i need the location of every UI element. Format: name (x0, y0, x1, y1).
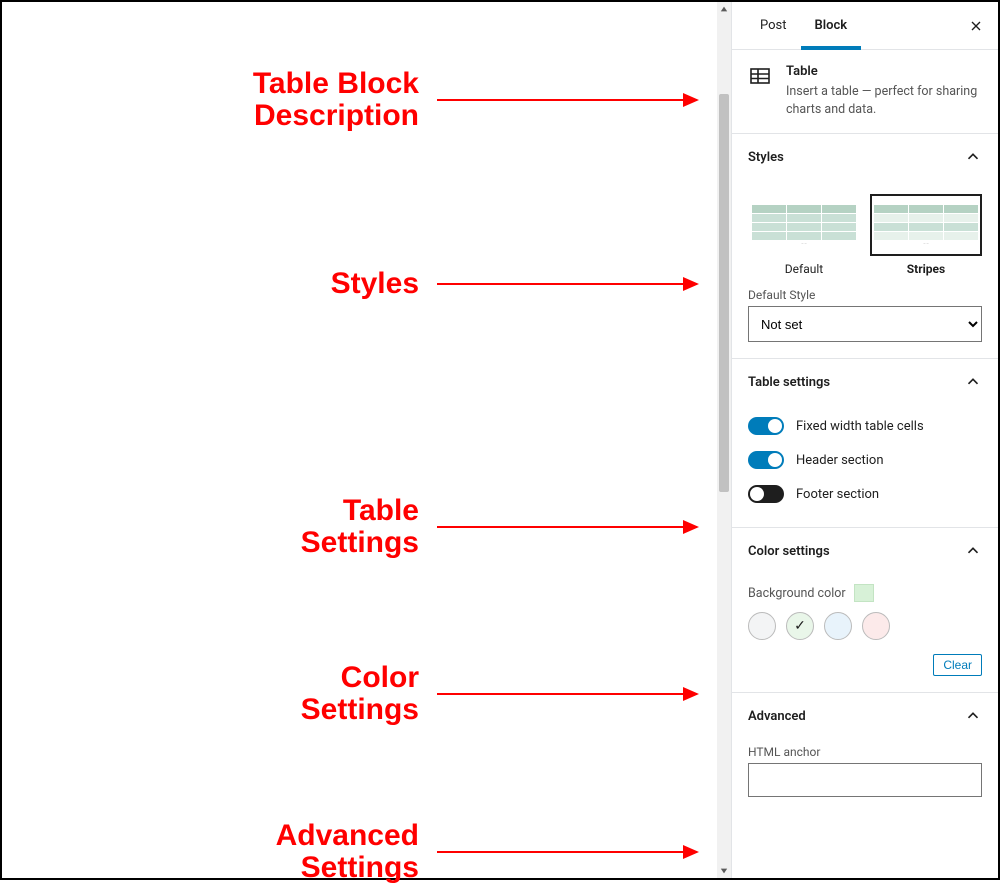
html-anchor-input[interactable] (748, 763, 982, 797)
default-style-label: Default Style (748, 288, 982, 302)
arrow-icon (437, 526, 697, 528)
scroll-down-icon[interactable] (717, 864, 731, 878)
color-swatch-blue[interactable] (824, 612, 852, 640)
annotation-color-settings: Color Settings (2, 662, 437, 727)
scroll-thumb[interactable] (719, 94, 729, 492)
block-description: Table Insert a table — perfect for shari… (732, 50, 998, 134)
block-description-text: Insert a table — perfect for sharing cha… (786, 83, 982, 119)
annotation-table-settings: Table Settings (2, 495, 437, 560)
chevron-up-icon (964, 707, 982, 725)
fixed-width-label: Fixed width table cells (796, 419, 924, 434)
header-section-label: Header section (796, 453, 884, 468)
color-swatch-green[interactable] (786, 612, 814, 640)
chevron-up-icon (964, 542, 982, 560)
footer-section-toggle[interactable] (748, 485, 784, 503)
block-title: Table (786, 64, 982, 79)
fixed-width-toggle[interactable] (748, 417, 784, 435)
color-swatch-gray[interactable] (748, 612, 776, 640)
color-settings-title: Color settings (748, 544, 830, 559)
arrow-icon (437, 851, 697, 853)
arrow-icon (437, 99, 697, 101)
advanced-panel-title: Advanced (748, 709, 806, 724)
annotation-styles: Styles (2, 268, 437, 300)
background-color-label: Background color (748, 586, 846, 601)
chevron-up-icon (964, 373, 982, 391)
color-swatch-red[interactable] (862, 612, 890, 640)
arrow-icon (437, 693, 697, 695)
color-settings-header[interactable]: Color settings (732, 528, 998, 574)
styles-panel: Styles — — Default (732, 134, 998, 359)
style-stripes-label: Stripes (870, 262, 982, 276)
styles-panel-title: Styles (748, 150, 784, 165)
clear-color-button[interactable]: Clear (933, 654, 982, 676)
arrow-icon (437, 283, 697, 285)
style-option-stripes[interactable]: — — Stripes (870, 194, 982, 276)
table-settings-title: Table settings (748, 375, 830, 390)
table-block-icon (748, 64, 772, 88)
sidebar-header: Post Block (732, 2, 998, 50)
annotation-block-desc: Table Block Description (2, 68, 437, 133)
close-icon (968, 18, 984, 34)
footer-section-label: Footer section (796, 487, 879, 502)
html-anchor-label: HTML anchor (748, 745, 982, 759)
advanced-panel: Advanced HTML anchor (732, 693, 998, 813)
style-option-default[interactable]: — — Default (748, 194, 860, 276)
styles-panel-header[interactable]: Styles (732, 134, 998, 180)
block-inspector-sidebar: Post Block Table Insert a table — perfec… (731, 2, 998, 878)
scroll-up-icon[interactable] (717, 2, 731, 16)
color-settings-panel: Color settings Background color Clear (732, 528, 998, 693)
advanced-panel-header[interactable]: Advanced (732, 693, 998, 739)
table-settings-header[interactable]: Table settings (732, 359, 998, 405)
tab-post[interactable]: Post (746, 2, 801, 50)
close-sidebar-button[interactable] (962, 12, 990, 40)
table-settings-panel: Table settings Fixed width table cells H… (732, 359, 998, 528)
default-style-select[interactable]: Not set (748, 306, 982, 342)
header-section-toggle[interactable] (748, 451, 784, 469)
chevron-up-icon (964, 148, 982, 166)
tab-block[interactable]: Block (801, 2, 862, 50)
annotation-advanced-settings: Advanced Settings (2, 820, 437, 885)
canvas-scrollbar[interactable] (717, 2, 731, 878)
style-default-label: Default (748, 262, 860, 276)
background-color-indicator (854, 584, 874, 602)
